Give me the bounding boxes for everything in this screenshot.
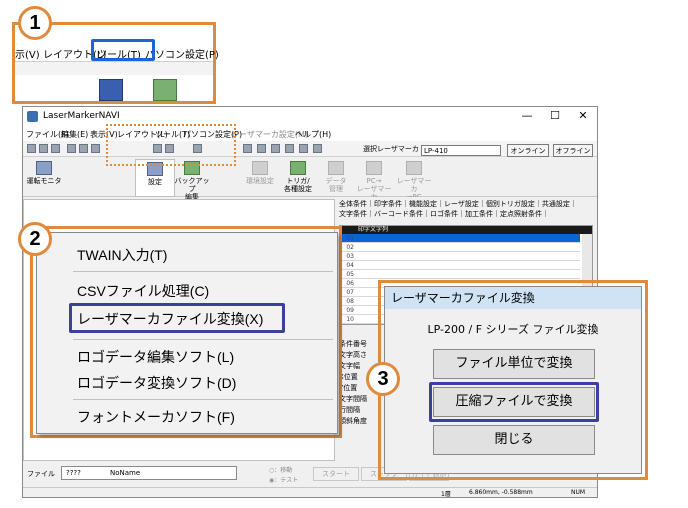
upload-icon (366, 161, 382, 175)
file-code: ???? (66, 469, 81, 477)
menu-font-maker[interactable]: フォントメーカソフト(F) (77, 407, 235, 427)
start-button[interactable]: スタート (313, 467, 359, 481)
inset-backup-icon (153, 79, 177, 101)
file-label: ファイル (27, 470, 55, 478)
window-title: LaserMarkerNAVI (43, 111, 120, 121)
list-item[interactable]: 02 (340, 243, 580, 252)
status-num: NUM (571, 489, 586, 496)
file-field[interactable]: ???? NoName (61, 466, 237, 480)
barcode-icon[interactable] (285, 144, 294, 153)
menu-twain[interactable]: TWAIN入力(T) (77, 245, 167, 265)
trigger-label: トリガ/ 各種設定 (284, 177, 312, 193)
condition-label: 文字間隔 (339, 395, 367, 403)
inset-menu-pc: パソコン設定(P) (145, 50, 219, 61)
status-bar: 1層 6.860mm, -0.588mm NUM (23, 487, 597, 498)
marker-select-label: 選択レーザマーカ (363, 145, 419, 153)
tools-menu: TWAIN入力(T) CSVファイル処理(C) レーザマーカファイル変換(X) … (36, 232, 338, 434)
list-item[interactable]: 05 (340, 270, 580, 279)
close-button[interactable]: ✕ (569, 109, 597, 122)
file-convert-dialog: レーザマーカファイル変換 LP-200 / F シリーズ ファイル変換 ファイル… (384, 286, 642, 474)
file-name: NoName (110, 469, 141, 477)
trigger-button[interactable]: トリガ/ 各種設定 (279, 159, 317, 195)
paste-icon[interactable] (91, 144, 100, 153)
offline-button[interactable]: オフライン (553, 144, 593, 157)
list-item[interactable]: 01 (340, 234, 580, 243)
minimize-button[interactable]: — (513, 109, 541, 122)
file-convert-highlight (69, 303, 285, 333)
run-monitor-label: 運転モニタ (26, 177, 62, 185)
condition-label: 行間隔 (339, 406, 360, 414)
logo-icon[interactable] (299, 144, 308, 153)
status-layer: 1層 (441, 491, 451, 498)
laser-to-pc-button[interactable]: レーザマーカ →PC (395, 159, 433, 201)
trigger-icon (290, 161, 306, 175)
menu-logo-convert[interactable]: ロゴデータ変換ソフト(D) (77, 373, 236, 393)
menu-help[interactable]: ヘルプ(H) (295, 129, 331, 140)
convert-per-file-button[interactable]: ファイル単位で変換 (433, 349, 595, 379)
list-header: 印字文字列 (340, 226, 592, 234)
open-icon[interactable] (39, 144, 48, 153)
step-badge-1: 1 (18, 6, 52, 40)
env-settings-button[interactable]: 環境設定 (241, 159, 279, 195)
settings-label: 設定 (148, 178, 162, 186)
menu-separator (73, 271, 333, 272)
menu-edit[interactable]: 編集(E) (61, 129, 88, 140)
marker-select[interactable]: LP-410 (421, 145, 501, 156)
zoom-icon[interactable] (243, 144, 252, 153)
save-icon[interactable] (51, 144, 60, 153)
condition-label: 傾斜角度 (339, 417, 367, 425)
zoom-source-outline (106, 124, 236, 166)
condition-label: 文字高さ (339, 351, 367, 359)
inset-toolbar (15, 61, 213, 75)
compressed-highlight (429, 382, 599, 422)
env-icon (252, 161, 268, 175)
menu-csv[interactable]: CSVファイル処理(C) (77, 281, 209, 301)
radio-test[interactable]: ◉：テスト (269, 475, 298, 484)
page-icon[interactable] (257, 144, 266, 153)
run-monitor-button[interactable]: 運転モニタ (25, 159, 63, 195)
data-mgmt-button[interactable]: データ 管理 (317, 159, 355, 195)
step-badge-3: 3 (366, 362, 400, 396)
inset-settings-icon (99, 79, 123, 101)
list-item[interactable]: 03 (340, 252, 580, 261)
menu-logo-edit[interactable]: ロゴデータ編集ソフト(L) (77, 347, 234, 367)
app-icon (27, 111, 38, 122)
env-label: 環境設定 (246, 177, 274, 185)
shape-icon[interactable] (313, 144, 322, 153)
maximize-button[interactable]: ☐ (541, 109, 569, 122)
backup-label: バックアップ 編集 (174, 177, 210, 201)
text-icon[interactable] (271, 144, 280, 153)
step-badge-2: 2 (18, 222, 52, 256)
online-button[interactable]: オンライン (507, 144, 549, 157)
dialog-subtitle: LP-200 / F シリーズ ファイル変換 (427, 323, 599, 336)
tabs-row-1[interactable]: 全体条件｜印字条件｜機能設定｜レーザ設定｜個別トリガ設定｜共通設定｜ (339, 199, 577, 209)
new-icon[interactable] (27, 144, 36, 153)
pc-to-laser-button[interactable]: PC→ レーザマーカ (355, 159, 393, 201)
download-icon (406, 161, 422, 175)
menu-separator (73, 399, 333, 400)
condition-label: 条件番号 (339, 340, 367, 348)
monitor-icon (36, 161, 52, 175)
dialog-close-button[interactable]: 閉じる (433, 425, 595, 455)
inset-menu-view: 示(V) (15, 50, 40, 61)
tabs-row-2[interactable]: 文字条件｜バーコード条件｜ロゴ条件｜加工条件｜定点照射条件｜ (339, 209, 549, 219)
menu-separator (73, 339, 333, 340)
copy-icon[interactable] (79, 144, 88, 153)
tools-highlight (91, 39, 155, 61)
radio-move[interactable]: ○：移動 (269, 465, 292, 474)
list-item[interactable]: 04 (340, 261, 580, 270)
status-coords: 6.860mm, -0.588mm (469, 489, 533, 496)
dialog-title: レーザマーカファイル変換 (385, 287, 641, 309)
cut-icon[interactable] (67, 144, 76, 153)
data-mgmt-label: データ 管理 (325, 177, 347, 193)
data-icon (328, 161, 344, 175)
